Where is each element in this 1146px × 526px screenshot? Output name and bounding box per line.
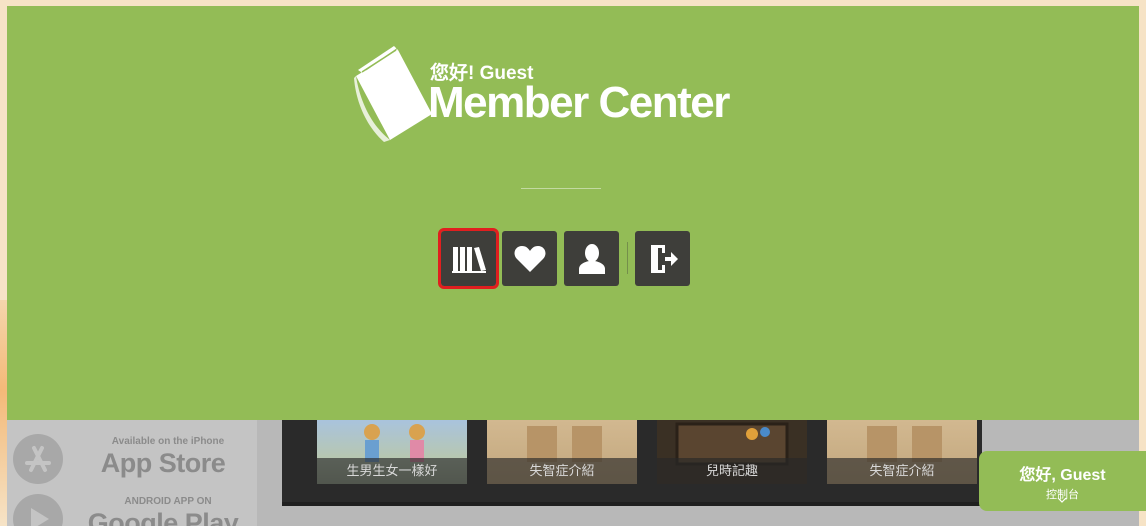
app-store-badge[interactable]: Available on the iPhone App Store bbox=[13, 430, 253, 484]
gallery-caption: 兒時記趣 bbox=[657, 458, 807, 484]
chevron-down-icon bbox=[1057, 497, 1067, 503]
google-play-badge[interactable]: ANDROID APP ON Google Play bbox=[13, 490, 253, 526]
app-store-icon bbox=[13, 434, 63, 484]
gallery-caption: 失智症介紹 bbox=[487, 458, 637, 484]
gallery-strip: 生男生女一樣好 失智症介紹 兒時記趣 失智症介紹 bbox=[282, 420, 982, 506]
app-store-small-text: Available on the iPhone bbox=[111, 436, 225, 447]
button-separator bbox=[627, 242, 628, 274]
console-greeting: 您好, Guest bbox=[1019, 467, 1106, 484]
logout-icon bbox=[650, 244, 678, 273]
app-store-big-text: App Store bbox=[100, 448, 226, 478]
member-center-panel: 您好! Guest Member Center bbox=[7, 6, 1139, 420]
logout-button[interactable] bbox=[635, 231, 690, 286]
bookshelf-button[interactable] bbox=[438, 228, 499, 289]
gallery-item[interactable]: 兒時記趣 bbox=[657, 420, 807, 484]
gallery-item[interactable]: 失智症介紹 bbox=[487, 420, 637, 484]
gallery-item[interactable]: 失智症介紹 bbox=[827, 420, 977, 484]
google-play-small-text: ANDROID APP ON bbox=[124, 496, 212, 507]
divider bbox=[521, 188, 601, 189]
favorites-button[interactable] bbox=[502, 231, 557, 286]
profile-button[interactable] bbox=[564, 231, 619, 286]
page-background-content: Available on the iPhone App Store ANDROI… bbox=[7, 420, 1139, 526]
gallery-caption: 失智症介紹 bbox=[827, 458, 977, 484]
heart-icon bbox=[514, 245, 545, 272]
console-widget[interactable]: 您好, Guest 控制台 bbox=[979, 451, 1146, 511]
books-icon bbox=[451, 246, 486, 273]
google-play-icon bbox=[13, 494, 63, 526]
gallery-item[interactable]: 生男生女一樣好 bbox=[317, 420, 467, 484]
user-icon bbox=[578, 243, 605, 274]
app-store-badges: Available on the iPhone App Store ANDROI… bbox=[7, 420, 257, 526]
book-logo-icon bbox=[354, 42, 436, 149]
google-play-big-text: Google Play bbox=[87, 508, 239, 526]
page-title: Member Center bbox=[428, 78, 730, 127]
gallery-caption: 生男生女一樣好 bbox=[317, 458, 467, 484]
